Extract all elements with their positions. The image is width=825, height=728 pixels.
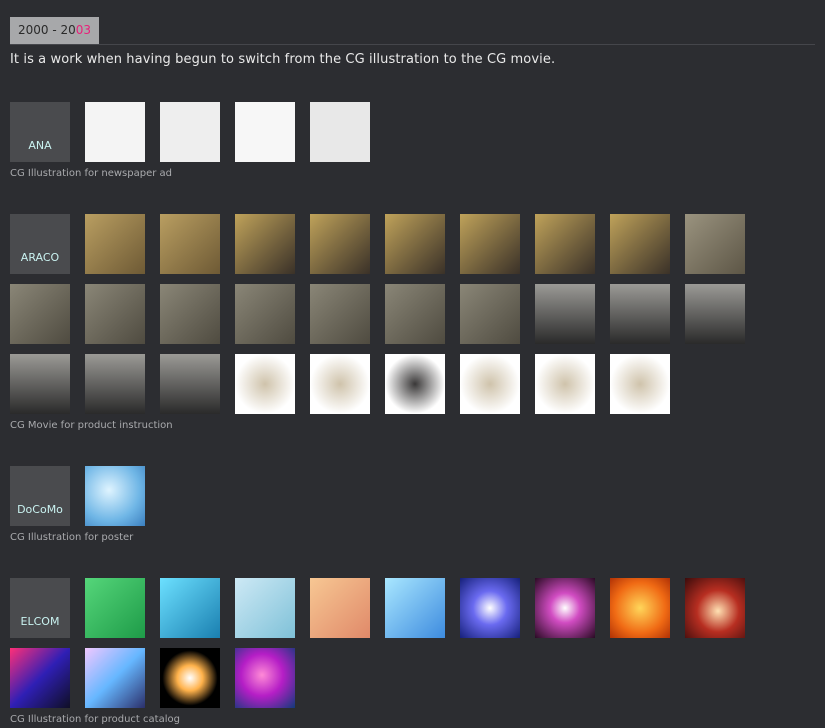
- thumb-row: ANA: [10, 102, 370, 162]
- thumbnail-fold-seat-2[interactable]: [85, 284, 145, 344]
- thumbnail-seat-dummy-4[interactable]: [460, 214, 520, 274]
- period-tab[interactable]: 2000 - 2003: [10, 17, 100, 44]
- thumbnail-seat-dummy-2[interactable]: [310, 214, 370, 274]
- section-ana: ANA CG Illustration for newspaper ad: [10, 102, 370, 179]
- thumbnail-fold-seat-7[interactable]: [460, 284, 520, 344]
- thumbnail-abstract-green[interactable]: [85, 578, 145, 638]
- thumb-row: [10, 648, 745, 708]
- client-label-tile: ELCOM: [10, 578, 70, 638]
- thumbnail-newspaper-diagram-1[interactable]: [85, 102, 145, 162]
- thumbnail-abstract-red-spiral[interactable]: [685, 578, 745, 638]
- section-caption: CG Illustration for product catalog: [10, 714, 180, 725]
- thumbnail-seat-grey-6[interactable]: [160, 354, 220, 414]
- thumbnail-seat-grey-3[interactable]: [685, 284, 745, 344]
- thumb-row: [10, 284, 745, 344]
- thumbnail-abstract-blue-flare[interactable]: [460, 578, 520, 638]
- thumbnail-seat-grey-2[interactable]: [610, 284, 670, 344]
- thumb-row: ELCOM: [10, 578, 745, 638]
- thumb-row: ARACO: [10, 214, 745, 274]
- thumbnail-seat-dummy-3[interactable]: [385, 214, 445, 274]
- thumbnail-abstract-magenta-burst[interactable]: [535, 578, 595, 638]
- thumb-row: [10, 354, 745, 414]
- client-label-tile: DoCoMo: [10, 466, 70, 526]
- thumbnail-seat-black-1[interactable]: [385, 354, 445, 414]
- client-label-tile: ARACO: [10, 214, 70, 274]
- client-name: ARACO: [20, 251, 60, 264]
- client-name: DoCoMo: [17, 503, 63, 516]
- thumbnail-fold-seat-3[interactable]: [160, 284, 220, 344]
- thumbnail-fold-seat-4[interactable]: [235, 284, 295, 344]
- thumbnail[interactable]: [10, 648, 70, 708]
- thumbnail-seat-dummy-6[interactable]: [610, 214, 670, 274]
- thumbnail-droplet-abstract[interactable]: [85, 466, 145, 526]
- thumbnail[interactable]: [10, 354, 70, 414]
- thumbnail[interactable]: [10, 284, 70, 344]
- period-header: 2000 - 2003: [10, 17, 815, 45]
- thumbnail-abstract-sky[interactable]: [385, 578, 445, 638]
- thumbnail-abstract-pale-blue[interactable]: [235, 578, 295, 638]
- thumbnail-seat-grey-1[interactable]: [535, 284, 595, 344]
- thumbnail-seat-rear-1[interactable]: [685, 214, 745, 274]
- thumbnail-seat-cargo-2[interactable]: [160, 214, 220, 274]
- section-elcom: ELCOM CG Illustration for product catalog: [10, 578, 745, 725]
- thumbnail-seat-cargo-1[interactable]: [85, 214, 145, 274]
- thumbnail-fold-seat-5[interactable]: [310, 284, 370, 344]
- client-label-tile: ANA: [10, 102, 70, 162]
- thumbnail-newspaper-diagram-3[interactable]: [235, 102, 295, 162]
- section-docomo: DoCoMo CG Illustration for poster: [10, 466, 145, 543]
- thumbnail-seat-dummy-5[interactable]: [535, 214, 595, 274]
- thumbnail-abstract-peach[interactable]: [310, 578, 370, 638]
- thumbnail-seat-beige-2[interactable]: [310, 354, 370, 414]
- thumbnail-seat-beige-1[interactable]: [235, 354, 295, 414]
- thumbnail-newspaper-diagram-2[interactable]: [160, 102, 220, 162]
- thumbnail-seat-dummy-1[interactable]: [235, 214, 295, 274]
- thumbnail-abstract-cyan[interactable]: [160, 578, 220, 638]
- thumbnail-seat-beige-5[interactable]: [610, 354, 670, 414]
- section-caption: CG Illustration for poster: [10, 532, 134, 543]
- thumbnail-newspaper-diagram-4[interactable]: [310, 102, 370, 162]
- thumbnail-seat-beige-3[interactable]: [460, 354, 520, 414]
- thumbnail-seat-beige-4[interactable]: [535, 354, 595, 414]
- client-name: ELCOM: [20, 615, 60, 628]
- thumbnail-abstract-pink-blue[interactable]: [235, 648, 295, 708]
- intro-text: It is a work when having begun to switch…: [10, 52, 556, 67]
- thumbnail-abstract-orange[interactable]: [610, 578, 670, 638]
- section-araco: ARACO CG Movie for product instruction: [10, 214, 745, 431]
- period-highlight: 03: [75, 23, 92, 37]
- thumbnail-abstract-swirl[interactable]: [85, 648, 145, 708]
- section-caption: CG Movie for product instruction: [10, 420, 173, 431]
- thumbnail-abstract-lens-flare[interactable]: [160, 648, 220, 708]
- client-name: ANA: [28, 139, 52, 152]
- thumbnail-seat-grey-5[interactable]: [85, 354, 145, 414]
- thumb-row: DoCoMo: [10, 466, 145, 526]
- section-caption: CG Illustration for newspaper ad: [10, 168, 173, 179]
- thumbnail-fold-seat-6[interactable]: [385, 284, 445, 344]
